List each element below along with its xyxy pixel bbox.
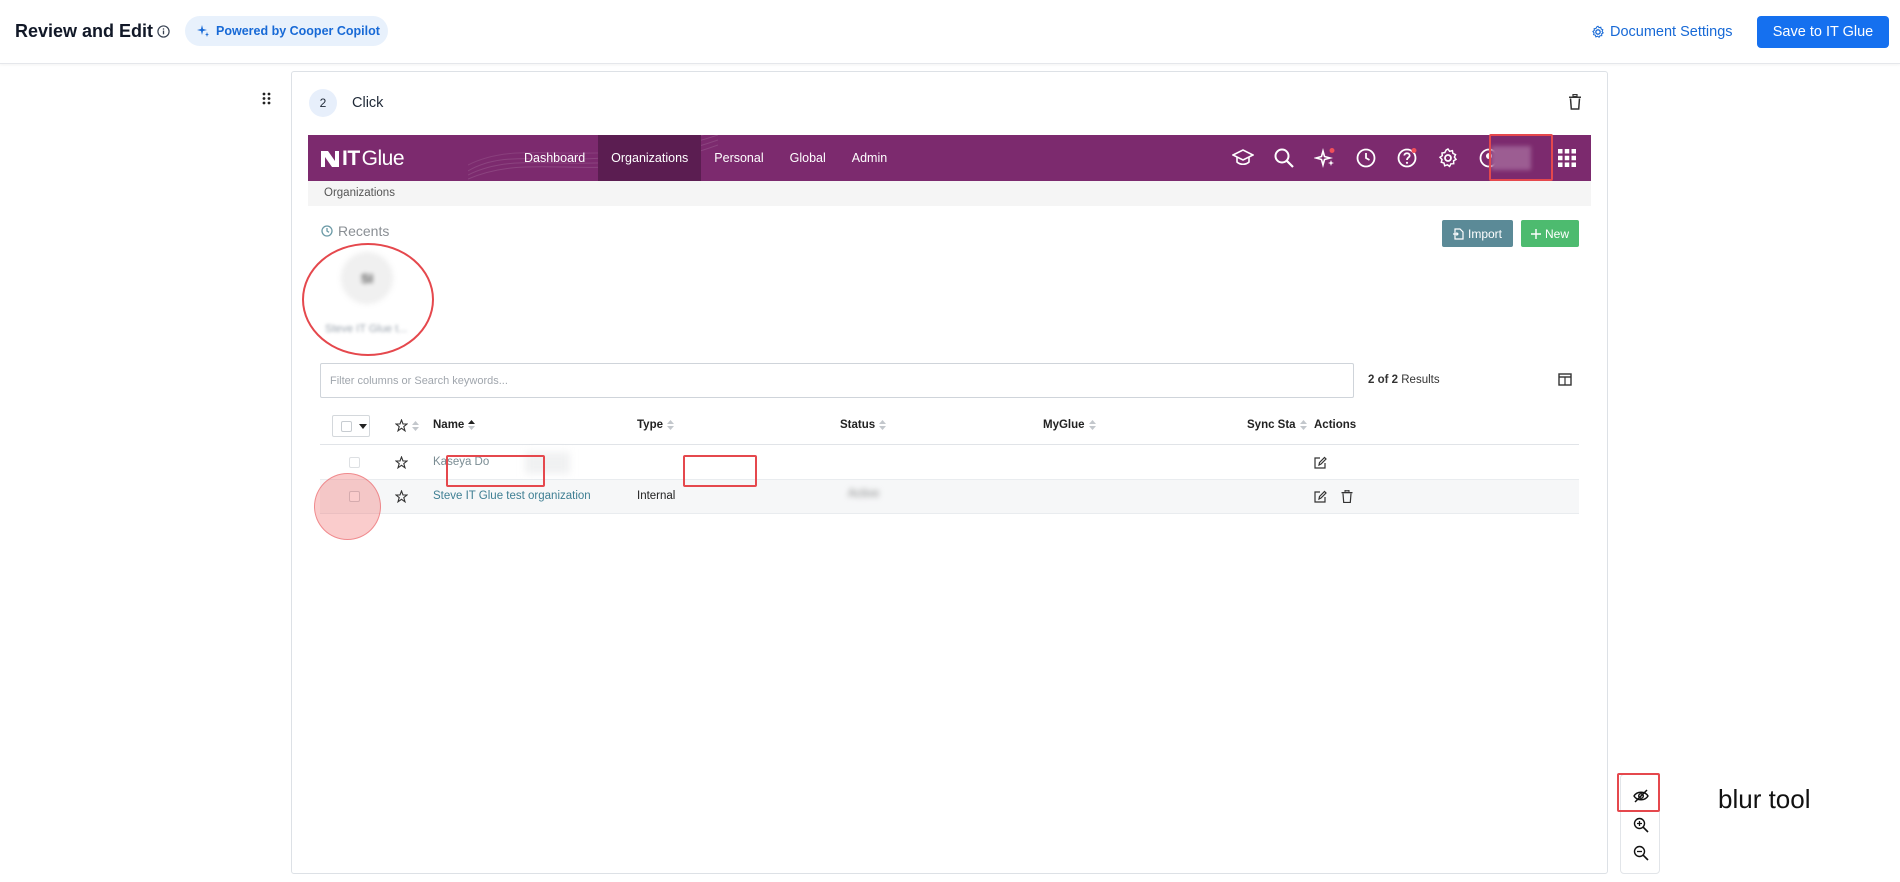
itglue-logo-light: Glue: [361, 147, 405, 170]
results-count: 2 of 2 Results: [1368, 374, 1440, 386]
column-actions: Actions: [1314, 419, 1356, 431]
history-icon: [321, 225, 333, 237]
sort-icon: [667, 420, 674, 430]
org-name-link[interactable]: Kaseya Do: [433, 456, 489, 468]
copilot-badge-label: Powered by Cooper Copilot: [216, 24, 380, 38]
select-all-checkbox[interactable]: [341, 421, 352, 432]
sort-asc-icon: [468, 420, 476, 430]
star-icon[interactable]: [395, 456, 408, 469]
column-sync-status[interactable]: Sync Sta: [1247, 419, 1307, 431]
table-row[interactable]: Kaseya Do: [320, 446, 1579, 480]
star-icon: [395, 419, 408, 432]
sort-icon: [1299, 420, 1307, 430]
save-to-itglue-button[interactable]: Save to IT Glue: [1757, 16, 1889, 48]
plus-icon: [1530, 228, 1541, 239]
select-all-dropdown[interactable]: [332, 415, 370, 437]
column-name-label: Name: [433, 419, 465, 431]
star-icon[interactable]: [395, 490, 408, 503]
nav-admin[interactable]: Admin: [839, 135, 900, 181]
import-button[interactable]: Import: [1442, 220, 1513, 247]
top-bar: Review and Edit Powered by Cooper Copilo…: [0, 0, 1900, 64]
results-count-value: 2 of 2: [1368, 374, 1399, 386]
results-label: Results: [1401, 374, 1440, 386]
column-status-label: Status: [840, 419, 876, 431]
new-label: New: [1544, 226, 1569, 241]
table-row[interactable]: Steve IT Glue test organization Internal…: [320, 480, 1579, 514]
import-label: Import: [1467, 226, 1502, 241]
row-checkbox[interactable]: [349, 457, 360, 468]
caret-down-icon: [359, 424, 367, 429]
page-title: Review and Edit: [15, 21, 154, 41]
favorite-column-header[interactable]: [395, 419, 419, 432]
image-tools-panel: [1620, 774, 1660, 874]
drag-handle-icon[interactable]: [262, 92, 271, 105]
table-header: Name Type Status MyGlue Sync Sta Actions: [320, 405, 1579, 445]
recents-heading: Recents: [321, 223, 389, 239]
ai-sparkle-icon[interactable]: [1312, 147, 1336, 169]
zoom-out-icon[interactable]: [1633, 845, 1649, 861]
column-myglue-label: MyGlue: [1043, 419, 1085, 431]
org-status-blurred: Active: [848, 488, 880, 500]
step-number: 2: [309, 89, 337, 117]
itglue-navbar: IT Glue Dashboard Organizations Personal …: [308, 135, 1591, 181]
zoom-in-icon[interactable]: [1633, 817, 1649, 833]
sort-icon: [412, 420, 419, 431]
annotation-label: blur tool: [1718, 784, 1811, 814]
column-name[interactable]: Name: [433, 419, 476, 431]
step-action-label[interactable]: Click: [352, 95, 383, 111]
edit-icon[interactable]: [1314, 456, 1327, 469]
new-button[interactable]: New: [1521, 220, 1579, 247]
nav-dashboard[interactable]: Dashboard: [511, 135, 598, 181]
sort-icon: [1088, 420, 1096, 430]
click-indicator: [314, 473, 381, 540]
org-name-link[interactable]: Steve IT Glue test organization: [433, 490, 591, 502]
column-type[interactable]: Type: [637, 419, 674, 431]
column-toggle-icon[interactable]: [1558, 373, 1572, 386]
breadcrumb-organizations[interactable]: Organizations: [324, 187, 395, 199]
recents-title: Recents: [338, 223, 390, 239]
column-type-label: Type: [637, 419, 663, 431]
recent-org-avatar[interactable]: SI: [342, 253, 392, 303]
gear-icon[interactable]: [1437, 147, 1459, 169]
edit-icon[interactable]: [1314, 490, 1327, 503]
import-icon: [1452, 227, 1464, 240]
blurred-name-suffix: [525, 452, 570, 474]
apps-grid-icon[interactable]: [1557, 148, 1577, 168]
itglue-nav-icons: [1231, 147, 1500, 169]
delete-step-icon[interactable]: [1568, 94, 1582, 110]
sparkle-icon: [197, 25, 209, 37]
blurred-user-name: [1491, 146, 1531, 170]
column-myglue[interactable]: MyGlue: [1043, 419, 1096, 431]
itglue-main-menu: Dashboard Organizations Personal Global …: [511, 135, 900, 181]
step-screenshot: IT Glue Dashboard Organizations Personal …: [308, 135, 1591, 555]
nav-global[interactable]: Global: [777, 135, 839, 181]
column-actions-label: Actions: [1314, 419, 1357, 431]
column-sync-status-label: Sync Sta: [1247, 419, 1296, 431]
recent-org-name[interactable]: Steve IT Glue t...: [325, 323, 407, 335]
copilot-badge: Powered by Cooper Copilot: [185, 16, 388, 46]
itglue-logo-mark-icon: [321, 151, 339, 167]
document-settings-label: Document Settings: [1610, 24, 1733, 40]
sort-icon: [879, 420, 887, 430]
search-icon[interactable]: [1273, 147, 1295, 169]
blur-eye-off-icon[interactable]: [1633, 788, 1649, 804]
nav-personal[interactable]: Personal: [701, 135, 776, 181]
document-settings-link[interactable]: Document Settings: [1591, 24, 1733, 40]
info-icon[interactable]: [157, 25, 170, 38]
help-icon[interactable]: [1396, 147, 1418, 169]
trash-icon[interactable]: [1341, 490, 1353, 503]
graduation-cap-icon[interactable]: [1231, 147, 1255, 169]
breadcrumb: Organizations: [308, 181, 1591, 206]
column-status[interactable]: Status: [840, 419, 887, 431]
itglue-logo[interactable]: IT Glue: [320, 147, 405, 171]
gear-icon: [1592, 25, 1604, 39]
org-type: Internal: [637, 490, 676, 502]
search-input[interactable]: Filter columns or Search keywords...: [320, 363, 1354, 398]
clock-icon[interactable]: [1355, 147, 1377, 169]
nav-organizations[interactable]: Organizations: [598, 135, 702, 181]
itglue-logo-strong: IT: [342, 147, 360, 170]
